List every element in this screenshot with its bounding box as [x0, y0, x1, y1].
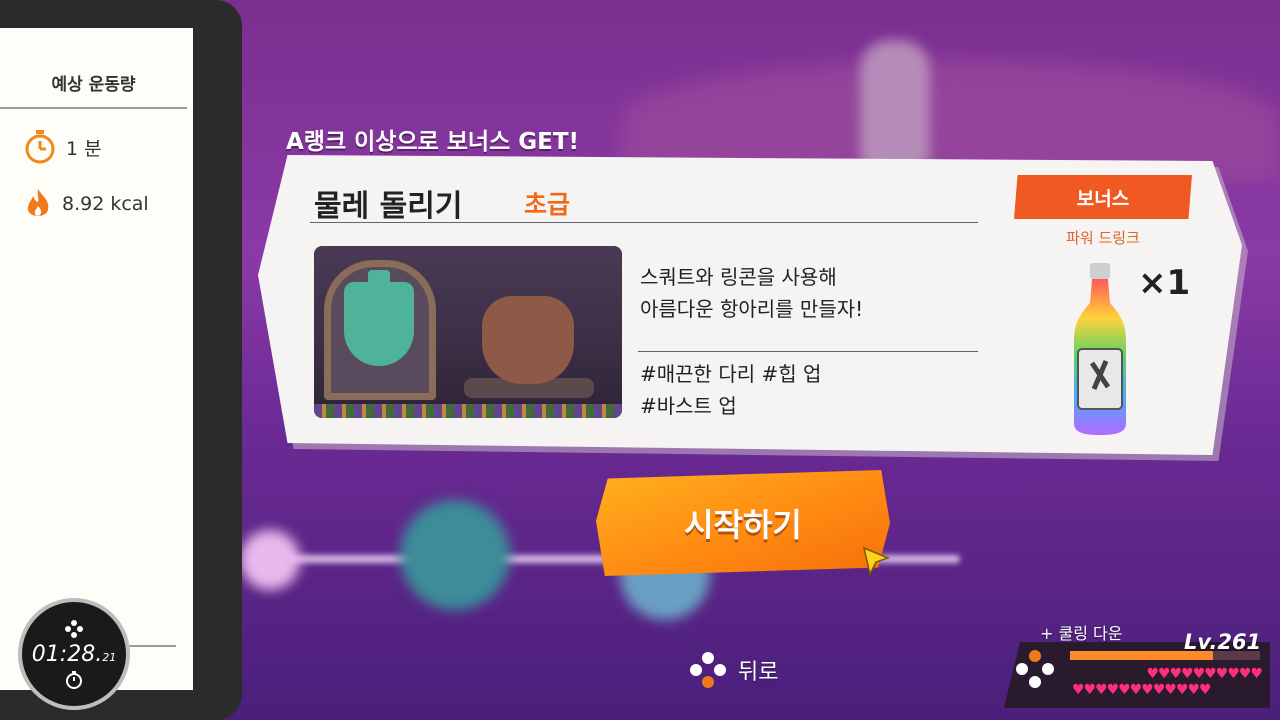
sidebar-paper — [0, 28, 193, 690]
player-dots-icon — [65, 619, 83, 638]
cursor-pointer-icon — [862, 546, 890, 576]
flame-icon — [27, 189, 49, 216]
stopwatch-small-icon — [66, 670, 82, 689]
title-divider — [310, 222, 978, 223]
back-button[interactable]: 뒤로 — [690, 652, 778, 688]
power-drink-icon — [1074, 263, 1126, 435]
background-planet — [400, 500, 510, 610]
course-difficulty: 초급 — [524, 190, 571, 219]
bonus-badge: 보너스 — [1014, 175, 1192, 219]
target-vase-silhouette — [344, 282, 414, 366]
back-label: 뒤로 — [738, 660, 779, 685]
calorie-stat: 8.92 kcal — [24, 188, 149, 220]
timer-readout: 01:28.21 — [31, 641, 117, 667]
background-node — [240, 530, 300, 590]
controller-buttons-icon — [690, 652, 726, 688]
stopwatch-icon — [25, 130, 55, 164]
player-icon — [1016, 650, 1054, 688]
bonus-multiplier: ×1 — [1138, 263, 1191, 303]
exercise-time-stat: 1 분 — [24, 130, 102, 164]
bonus-condition-text: A랭크 이상으로 보너스 GET! — [286, 129, 580, 155]
experience-bar — [1070, 651, 1260, 660]
start-button[interactable]: 시작하기 — [596, 470, 890, 576]
session-timer: 01:28.21 — [18, 598, 130, 710]
time-value: 1 분 — [66, 137, 102, 160]
expected-exercise-title: 예상 운동량 — [0, 70, 187, 109]
course-description: 스쿼트와 링콘을 사용해 아름다운 항아리를 만들자! — [640, 265, 864, 321]
clay-pot — [482, 296, 574, 384]
course-card: 물레 돌리기 초급 스쿼트와 링콘을 사용해 아름다운 항아리를 만들자! #매… — [258, 155, 1248, 461]
calorie-value: 8.92 kcal — [62, 193, 149, 215]
health-hearts: ♥♥♥♥♥♥♥♥♥♥ ♥♥♥♥♥♥♥♥♥♥♥♥ — [1072, 666, 1263, 698]
start-button-label: 시작하기 — [684, 506, 802, 544]
cooldown-label: + 쿨링 다운 — [1040, 624, 1123, 643]
course-preview-image — [314, 246, 622, 418]
course-tags: #매끈한 다리 #힙 업 #바스트 업 — [640, 362, 822, 418]
bonus-item-name: 파워 드링크 — [1066, 229, 1140, 247]
description-divider — [638, 351, 978, 352]
experience-bar-fill — [1070, 651, 1213, 660]
course-title: 물레 돌리기 — [314, 189, 463, 224]
